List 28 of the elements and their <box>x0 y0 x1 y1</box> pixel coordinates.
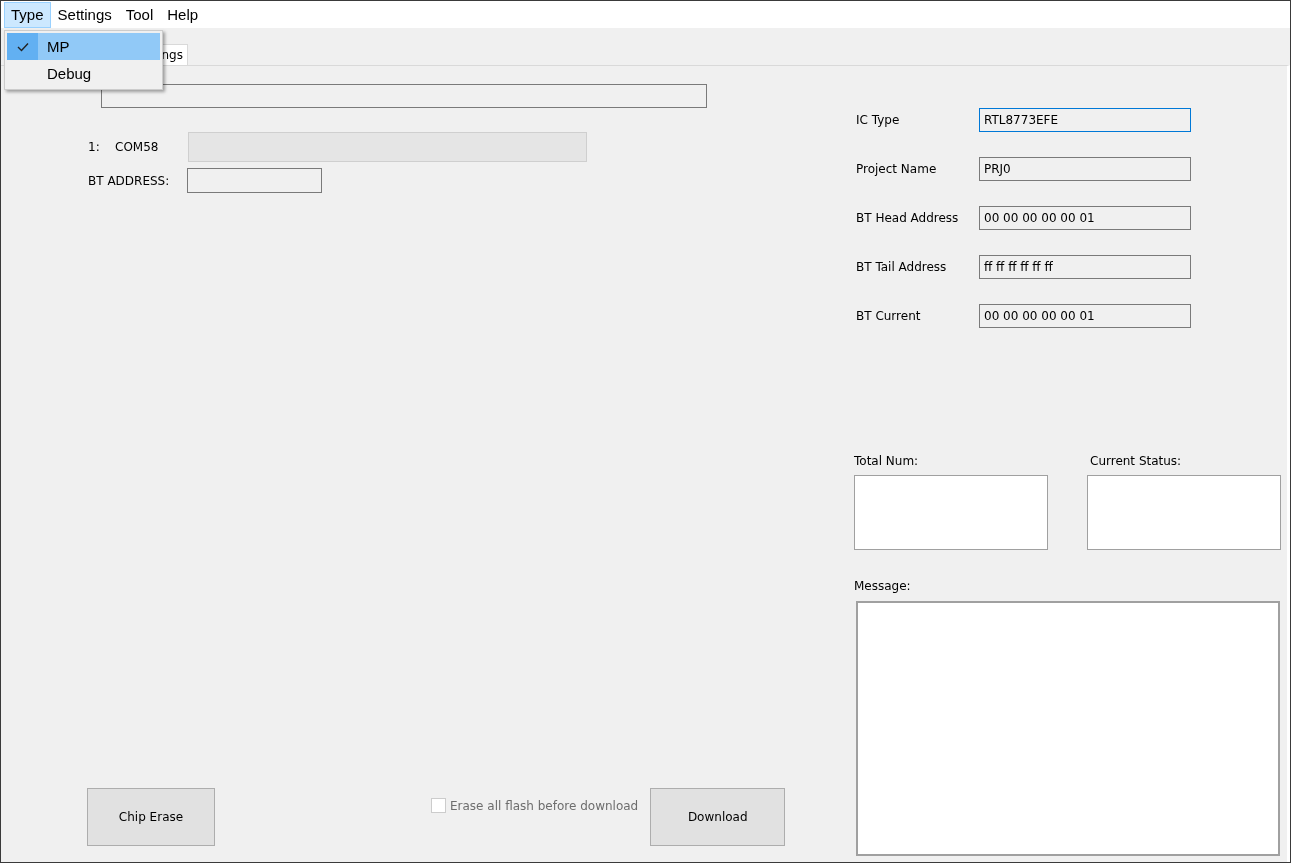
menu-item[interactable]: Help <box>160 1 206 28</box>
field-label: BT Head Address <box>856 211 960 225</box>
address-field[interactable] <box>187 168 322 193</box>
chip-erase-button[interactable]: Chip Erase <box>87 788 215 846</box>
text-field[interactable]: 00 00 00 00 00 01 <box>979 206 1191 230</box>
field-label: Message: <box>854 579 912 593</box>
field-label: Total Num: <box>854 454 920 468</box>
field-label: Project Name <box>856 162 938 176</box>
field-label: Current Status: <box>1089 454 1183 468</box>
field-label: BT Current <box>856 309 922 323</box>
menu-item[interactable]: Type <box>4 1 51 28</box>
menu-option[interactable]: MP <box>7 33 160 60</box>
menu-item[interactable]: Tool <box>118 1 161 28</box>
field-label: BT ADDRESS: <box>88 173 171 188</box>
text-field[interactable]: 00 00 00 00 00 01 <box>979 304 1191 328</box>
checkmark-icon <box>16 41 29 52</box>
text-field[interactable]: ff ff ff ff ff ff <box>979 255 1191 279</box>
text-field[interactable]: RTL8773EFE <box>979 108 1191 132</box>
download-button[interactable]: Download <box>650 788 786 846</box>
port-label: COM58 <box>115 140 160 154</box>
field-label: IC Type <box>856 113 901 127</box>
port-index: 1: <box>88 140 101 154</box>
menu-item[interactable]: Settings <box>50 1 119 28</box>
field-label: BT Tail Address <box>856 260 948 274</box>
text-field[interactable] <box>101 84 707 108</box>
menu-option[interactable]: Debug <box>7 60 160 87</box>
text-field[interactable]: PRJ0 <box>979 157 1191 181</box>
checkbox-label: Erase all flash before download <box>450 798 639 813</box>
